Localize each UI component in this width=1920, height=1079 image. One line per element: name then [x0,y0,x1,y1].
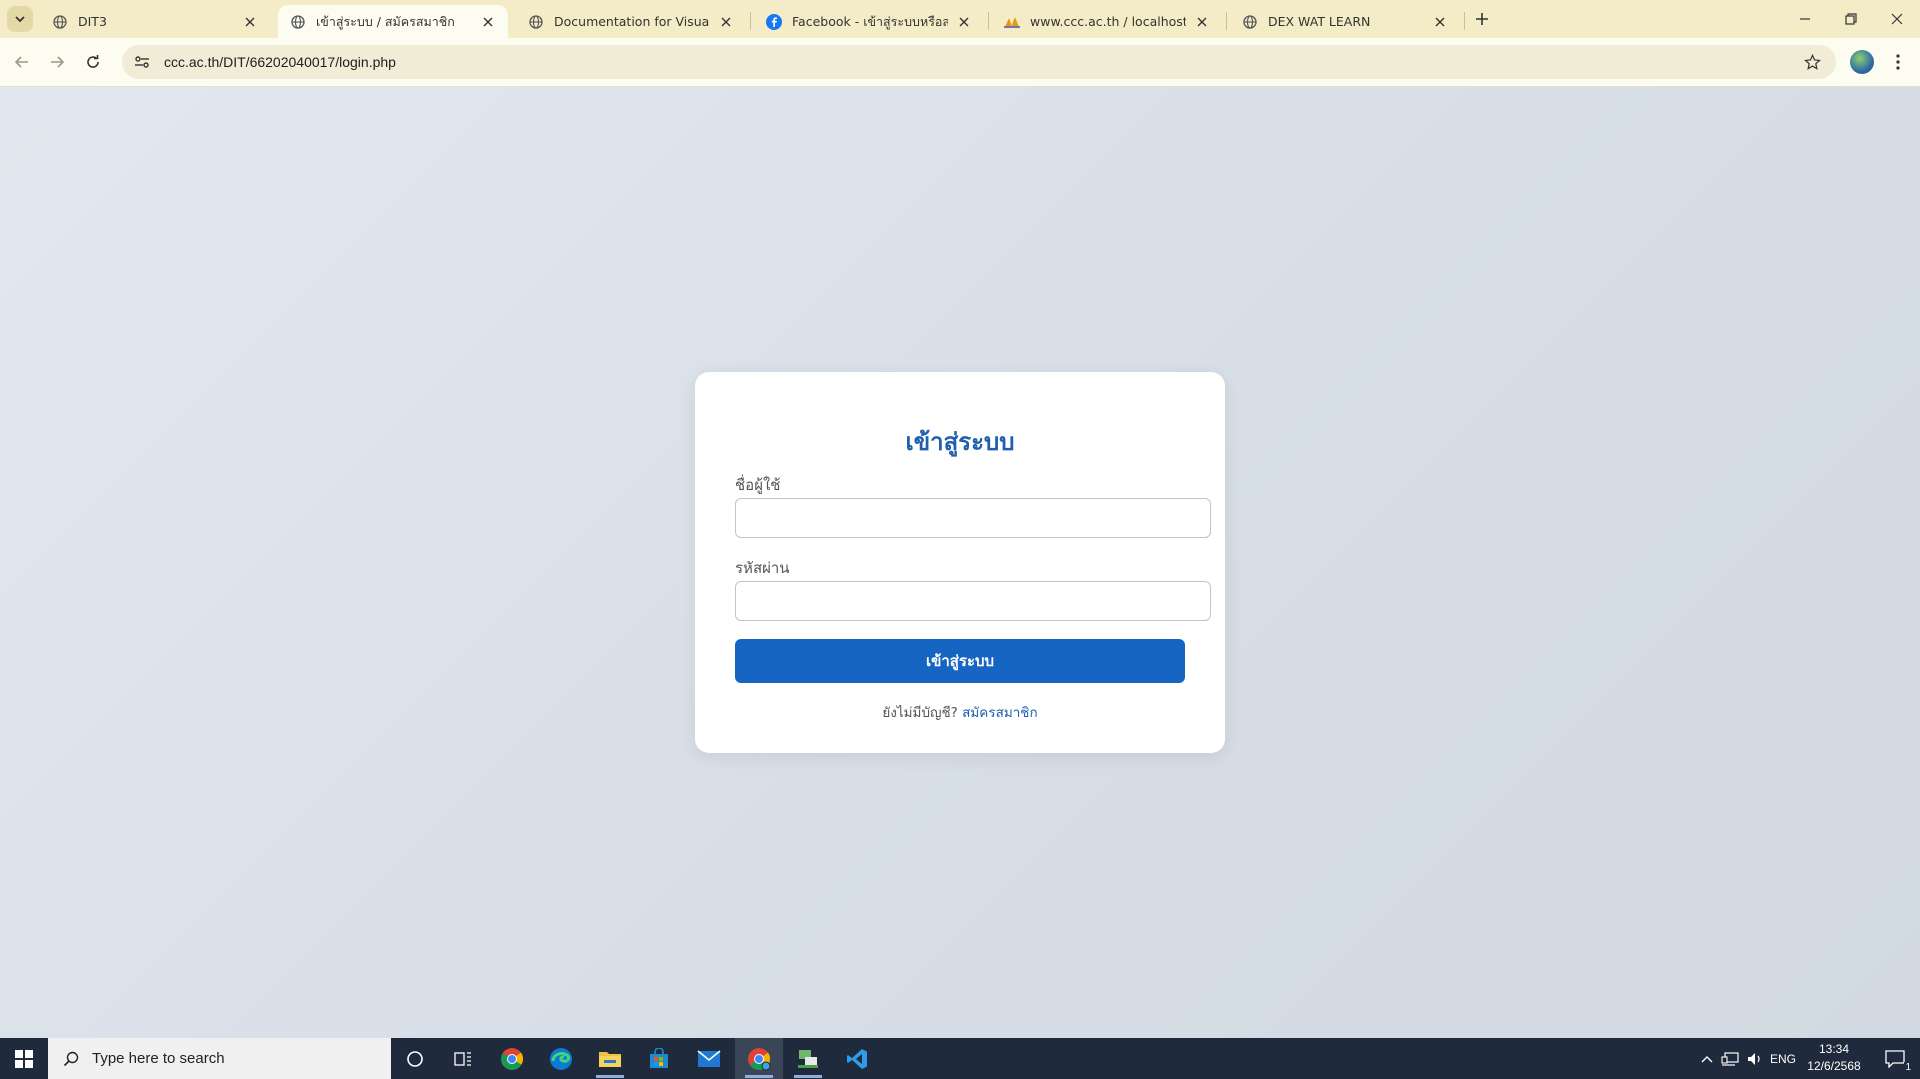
forward-button[interactable] [43,48,71,76]
search-placeholder: Type here to search [92,1050,225,1067]
tab-dit3[interactable]: DIT3 [40,5,270,38]
chrome-profile-icon[interactable] [735,1038,783,1079]
signup-link[interactable]: สมัครสมาชิก [962,705,1037,721]
taskbar-search[interactable]: Type here to search [48,1038,391,1079]
start-button[interactable] [0,1038,48,1079]
windows-logo-icon [15,1049,33,1068]
close-window-button[interactable] [1874,0,1920,38]
tab-facebook[interactable]: Facebook - เข้าสู่ระบบหรือสมัครใช้งาน [754,5,984,38]
chevron-down-icon [15,16,25,23]
bookmark-star-icon[interactable] [1802,52,1822,72]
login-button[interactable]: เข้าสู่ระบบ [735,639,1185,683]
tab-title: www.ccc.ac.th / localhost / ccca [1030,14,1186,29]
plus-icon [1476,13,1488,25]
tab-separator [1464,12,1465,30]
username-label: ชื่อผู้ใช้ [735,476,781,494]
tab-title: Facebook - เข้าสู่ระบบหรือสมัครใช้งาน [792,13,948,29]
tab-title: Documentation for Visual Studio [554,14,710,29]
login-heading: เข้าสู่ระบบ [905,428,1015,456]
password-label: รหัสผ่าน [735,559,790,577]
clock-time: 13:34 [1818,1042,1850,1056]
task-view-icon[interactable] [439,1038,487,1079]
back-button[interactable] [8,48,36,76]
phpmyadmin-icon [1004,14,1020,30]
globe-icon [528,14,544,30]
chrome-icon[interactable] [488,1038,536,1079]
store-icon[interactable] [635,1038,683,1079]
browser-toolbar: ccc.ac.th/DIT/66202040017/login.php [0,38,1920,87]
close-icon[interactable] [242,14,258,30]
cortana-icon[interactable] [391,1038,439,1079]
site-info-icon[interactable] [132,52,152,72]
more-vertical-icon [1896,54,1900,70]
arrow-right-icon [51,56,65,68]
tab-search-button[interactable] [7,6,33,32]
password-input[interactable] [735,581,1211,621]
reload-icon [87,55,99,68]
tab-login[interactable]: เข้าสู่ระบบ / สมัครสมาชิก [278,5,508,38]
tab-title: DEX WAT LEARN [1268,14,1371,29]
close-icon[interactable] [1194,14,1210,30]
notification-count: 1 [1904,1062,1912,1073]
browser-menu-button[interactable] [1886,50,1910,74]
close-icon[interactable] [480,14,496,30]
reload-button[interactable] [79,48,107,76]
minimize-icon [1800,18,1810,20]
network-app-icon[interactable] [784,1038,832,1079]
clock[interactable]: 13:34 12/6/2568 [1798,1041,1870,1075]
globe-icon [290,14,306,30]
new-tab-button[interactable] [1470,7,1494,31]
notification-icon [1885,1049,1905,1068]
tab-title: เข้าสู่ระบบ / สมัครสมาชิก [316,13,455,29]
tab-separator [750,12,751,30]
close-icon[interactable] [1432,14,1448,30]
url-text[interactable]: ccc.ac.th/DIT/66202040017/login.php [164,54,396,70]
vscode-icon[interactable] [833,1038,881,1079]
volume-icon[interactable] [1744,1038,1766,1079]
search-icon [62,1050,80,1068]
username-input[interactable] [735,498,1211,538]
close-icon[interactable] [718,14,734,30]
address-bar[interactable]: ccc.ac.th/DIT/66202040017/login.php [122,45,1836,79]
facebook-icon [766,13,782,30]
signup-prompt: ยังไม่มีบัญชี? สมัครสมาชิก [695,701,1225,723]
page-viewport: เข้าสู่ระบบ ชื่อผู้ใช้ รหัสผ่าน เข้าสู่ร… [0,87,1920,1038]
windows-taskbar: Type here to search ENG 13:34 12/6/2568 [0,1038,1920,1079]
login-card: เข้าสู่ระบบ ชื่อผู้ใช้ รหัสผ่าน เข้าสู่ร… [695,372,1225,753]
minimize-button[interactable] [1782,0,1828,38]
tab-phpmyadmin[interactable]: www.ccc.ac.th / localhost / ccca [992,5,1222,38]
chevron-up-icon[interactable] [1698,1038,1716,1079]
network-icon[interactable] [1718,1038,1742,1079]
restore-icon [1845,13,1857,25]
mail-icon[interactable] [685,1038,733,1079]
profile-avatar[interactable] [1850,50,1874,74]
tab-dex-wat-learn[interactable]: DEX WAT LEARN [1230,5,1460,38]
tab-title: DIT3 [78,14,107,29]
tab-separator [1226,12,1227,30]
globe-icon [1242,14,1258,30]
notification-center-button[interactable]: 1 [1874,1038,1916,1079]
restore-button[interactable] [1828,0,1874,38]
no-account-text: ยังไม่มีบัญชี? [882,705,958,721]
edge-icon[interactable] [537,1038,585,1079]
tab-separator [988,12,989,30]
tab-vs-docs[interactable]: Documentation for Visual Studio [516,5,746,38]
close-icon [1891,13,1903,25]
clock-date: 12/6/2568 [1807,1059,1861,1073]
arrow-left-icon [14,56,28,68]
tab-strip: DIT3 เข้าสู่ระบบ / สมัครสมาชิก Documenta… [0,0,1920,38]
globe-icon [52,14,68,30]
file-explorer-icon[interactable] [586,1038,634,1079]
language-indicator[interactable]: ENG [1768,1038,1798,1079]
close-icon[interactable] [956,14,972,30]
